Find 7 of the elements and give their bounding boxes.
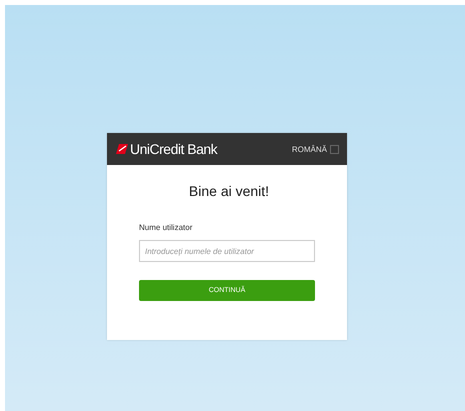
logo-icon [116,144,128,154]
brand-name: UniCredit Bank [130,141,218,157]
dropdown-icon [330,144,339,154]
welcome-title: Bine ai venit! [188,183,270,199]
username-field[interactable]: Introduceți numele de utilizator [139,240,315,262]
language-selector[interactable]: ROMÂNĂ [292,144,339,154]
field-label: Nume utilizator [139,223,194,232]
